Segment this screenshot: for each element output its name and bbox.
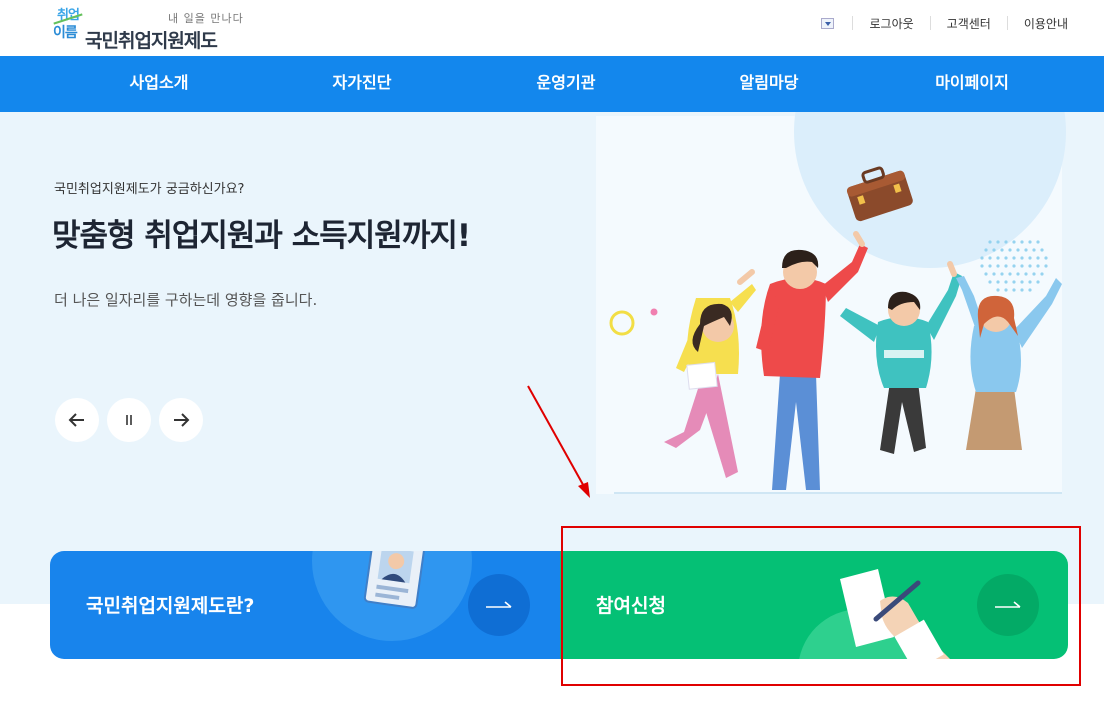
- slide-prev-button[interactable]: [55, 398, 99, 442]
- logout-link[interactable]: 로그아웃: [869, 15, 913, 32]
- intro-card[interactable]: 국민취업지원제도란?: [50, 551, 562, 659]
- intro-card-title: 국민취업지원제도란?: [86, 595, 255, 617]
- nav-item-business-intro[interactable]: 사업소개: [89, 56, 229, 112]
- divider: [1006, 16, 1008, 30]
- logo-title: 국민취업지원제도: [85, 30, 218, 52]
- arrow-left-icon: [68, 413, 84, 427]
- slide-pause-button[interactable]: [107, 398, 151, 442]
- hero-headline: 맞춤형 취업지원과 소득지원까지!: [52, 218, 471, 254]
- nav-item-operating-agencies[interactable]: 운영기관: [496, 56, 636, 112]
- annotation-highlight-box: [561, 526, 1081, 686]
- hero-description: 더 나은 일자리를 구하는데 영향을 줍니다.: [54, 291, 318, 309]
- logo-mark: 취업 이름: [53, 4, 85, 48]
- top-header: 취업 이름 내 일을 만나다 국민취업지원제도 로그아웃 고객센터 이용안내: [0, 0, 1104, 56]
- utility-links: 로그아웃 고객센터 이용안내: [821, 14, 1068, 32]
- divider: [852, 16, 854, 30]
- nav-item-my-page[interactable]: 마이페이지: [902, 56, 1042, 112]
- slide-next-button[interactable]: [159, 398, 203, 442]
- chevron-down-icon[interactable]: [821, 17, 835, 29]
- logo-mark-line2: 이름: [53, 25, 78, 41]
- pause-icon: [126, 415, 132, 425]
- site-logo[interactable]: 취업 이름 내 일을 만나다 국민취업지원제도: [50, 2, 250, 52]
- arrow-right-icon: [486, 601, 512, 608]
- customer-center-link[interactable]: 고객센터: [947, 15, 991, 32]
- divider: [929, 16, 931, 30]
- main-nav: 사업소개 자가진단 운영기관 알림마당 마이페이지: [0, 56, 1104, 112]
- annotation-arrow: [527, 385, 590, 498]
- usage-guide-link[interactable]: 이용안내: [1024, 15, 1068, 32]
- arrow-right-icon: [174, 413, 190, 427]
- nav-item-notice-board[interactable]: 알림마당: [699, 56, 839, 112]
- id-badge-icon: [312, 551, 472, 641]
- logo-tagline: 내 일을 만나다: [168, 12, 244, 25]
- intro-card-arrow[interactable]: [468, 574, 530, 636]
- nav-item-self-diagnosis[interactable]: 자가진단: [292, 56, 432, 112]
- hero-eyebrow: 국민취업지원제도가 궁금하신가요?: [54, 182, 245, 197]
